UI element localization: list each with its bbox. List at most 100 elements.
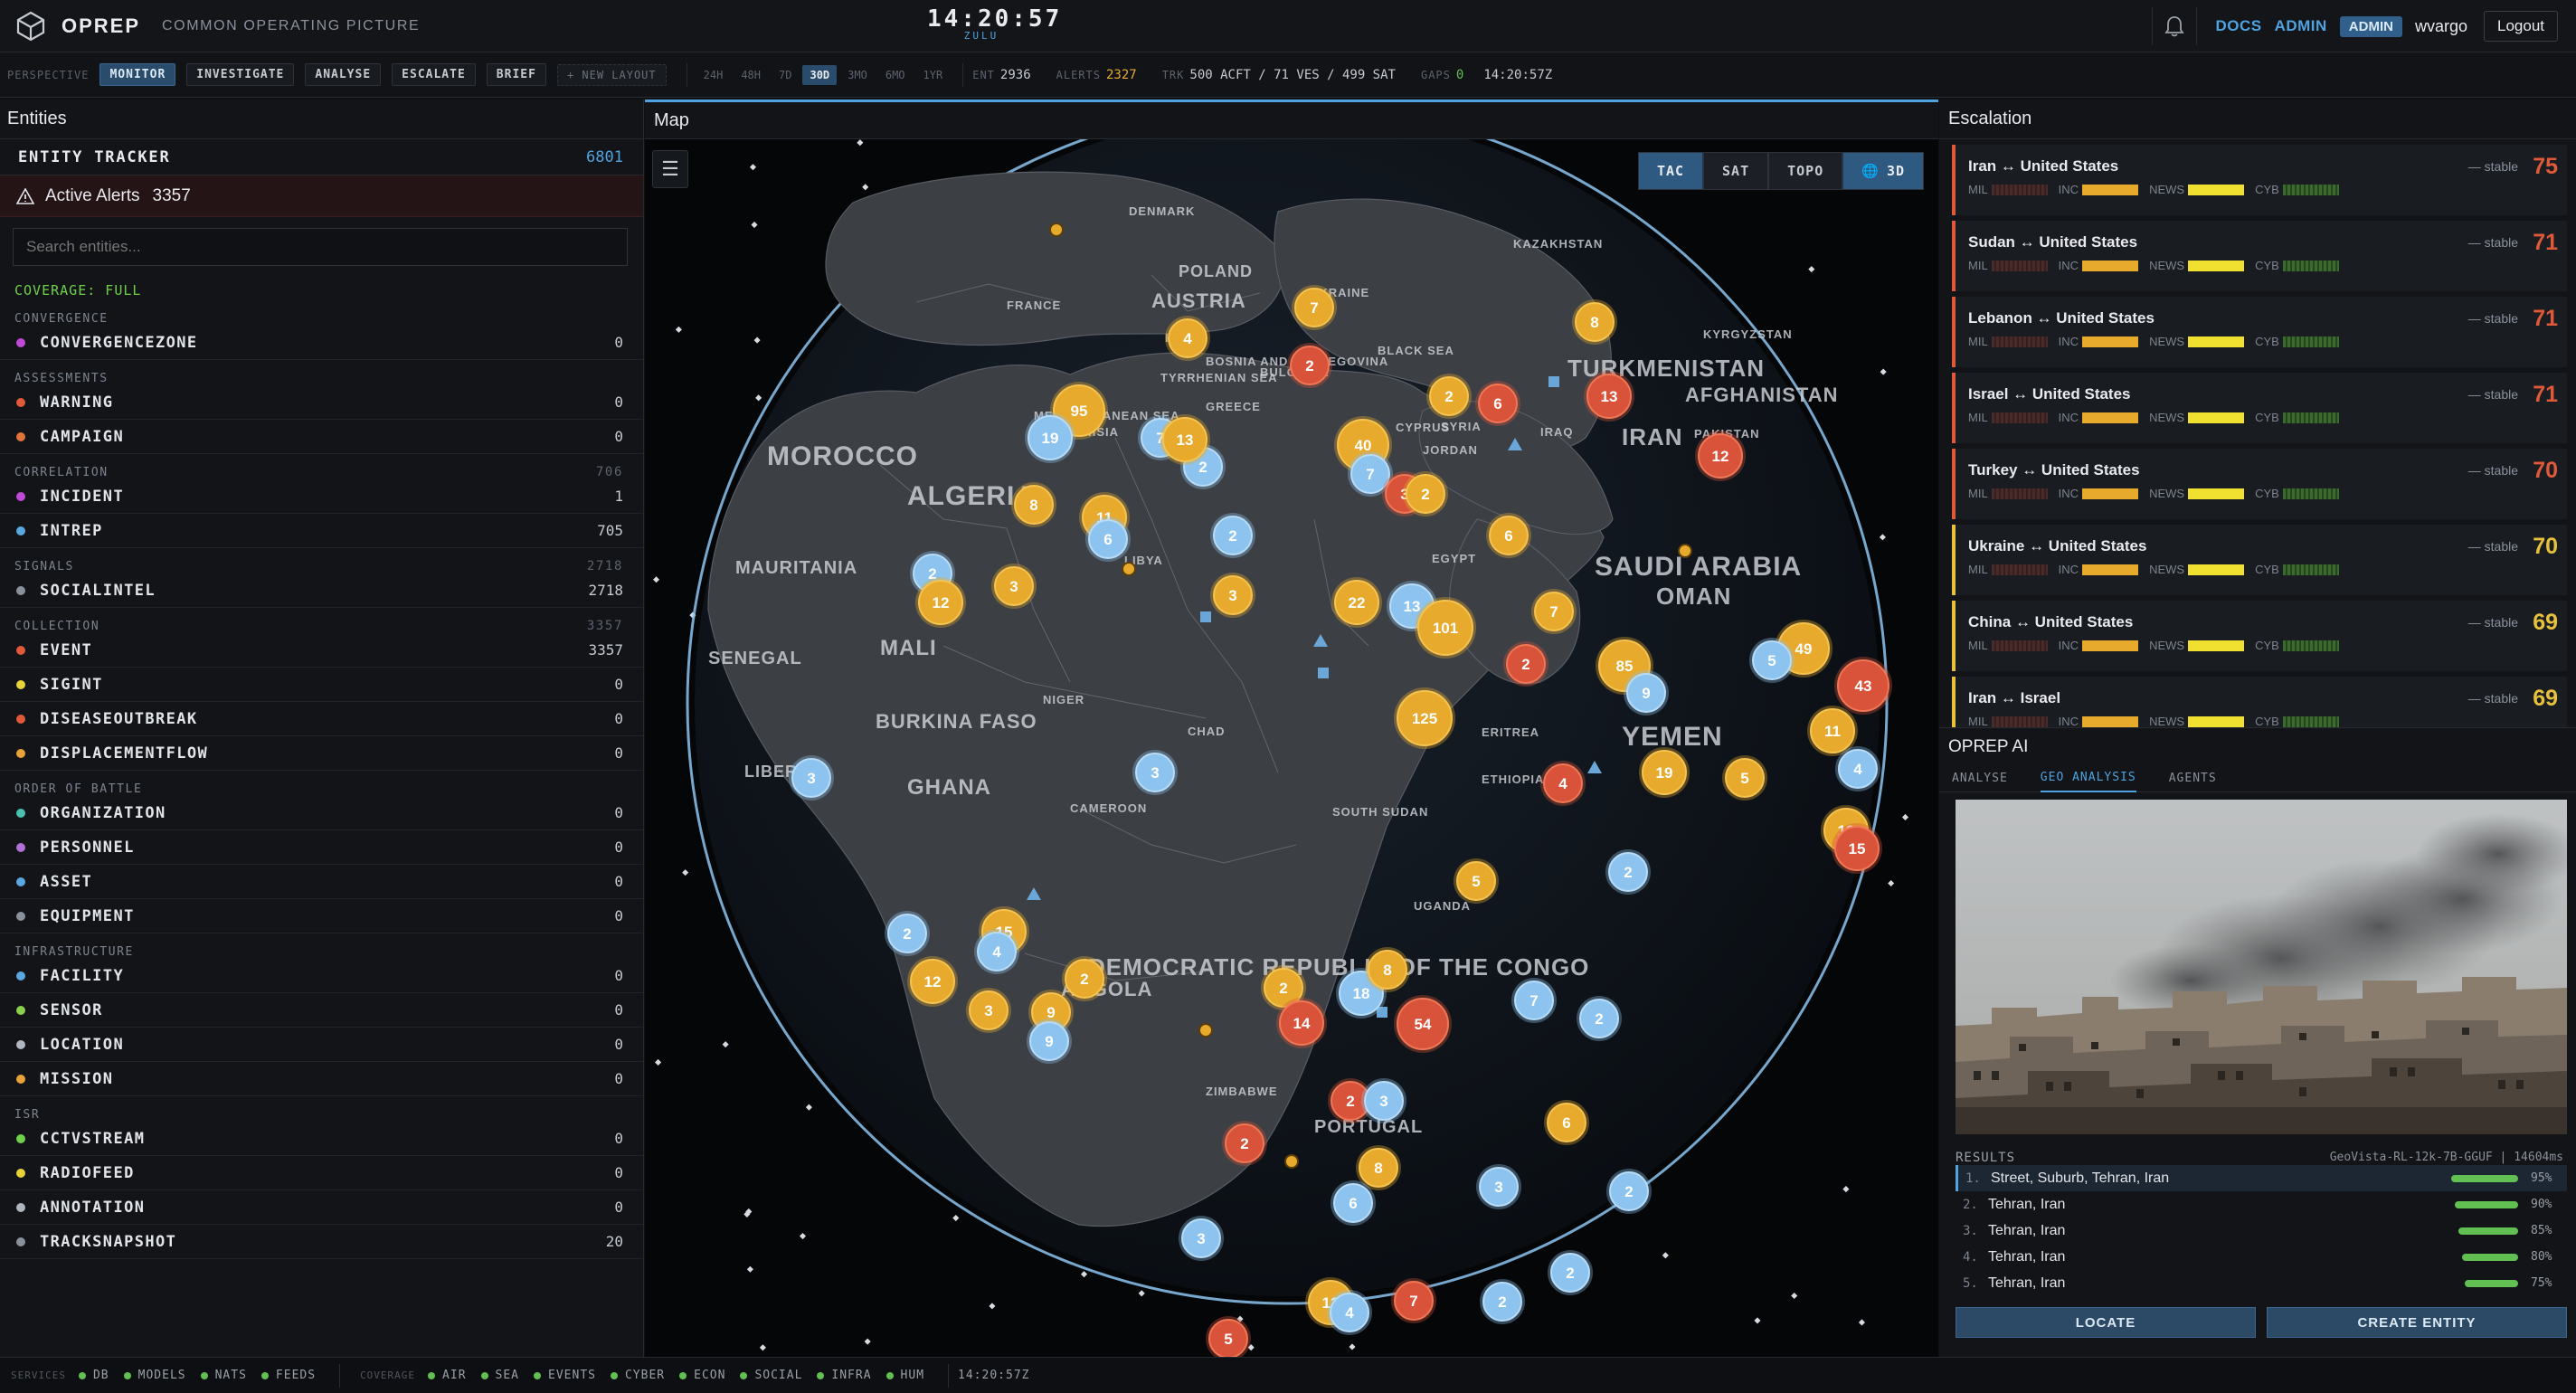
- entity-type-row[interactable]: SIGINT 0: [0, 668, 643, 702]
- cluster-marker[interactable]: 19: [1025, 412, 1075, 463]
- escalation-card[interactable]: China ↔ United States — stable 69 MIL INC NEW…: [1952, 601, 2567, 671]
- cluster-marker[interactable]: 9: [1624, 670, 1669, 715]
- entity-type-row[interactable]: CAMPAIGN 0: [0, 420, 643, 454]
- escalation-card[interactable]: Lebanon ↔ United States — stable 71 MIL INC N…: [1952, 297, 2567, 367]
- notifications-button[interactable]: [2152, 7, 2198, 45]
- incident-marker[interactable]: [1122, 562, 1136, 576]
- cluster-marker[interactable]: 2: [1480, 1279, 1525, 1324]
- cluster-marker[interactable]: 19: [1639, 747, 1690, 798]
- entity-type-row[interactable]: RADIOFEED 0: [0, 1156, 643, 1190]
- cluster-marker[interactable]: 2: [1222, 1121, 1267, 1166]
- cluster-marker[interactable]: 6: [1486, 513, 1531, 558]
- cluster-marker[interactable]: 4: [974, 929, 1019, 974]
- globe-map[interactable]: DENMARKPOLANDAUSTRIA UKRAINEKAZAKHSTANFRA…: [645, 139, 1938, 1357]
- range-1yr[interactable]: 1YR: [916, 65, 951, 85]
- escalation-card[interactable]: Sudan ↔ United States — stable 71 MIL INC NEW…: [1952, 221, 2567, 291]
- cluster-marker[interactable]: 2: [1577, 996, 1622, 1041]
- cluster-marker[interactable]: 13: [1160, 414, 1210, 465]
- perspective-investigate[interactable]: INVESTIGATE: [186, 63, 295, 86]
- facility-marker[interactable]: [1318, 668, 1329, 678]
- map-mode-tac[interactable]: TAC: [1637, 152, 1704, 190]
- docs-link[interactable]: DOCS: [2215, 17, 2261, 35]
- entity-type-row[interactable]: CCTVSTREAM 0: [0, 1122, 643, 1156]
- escalation-card[interactable]: Ukraine ↔ United States — stable 70 MIL INC N…: [1952, 525, 2567, 595]
- active-alerts-row[interactable]: Active Alerts 3357: [0, 175, 643, 217]
- cluster-marker[interactable]: 2: [1503, 641, 1548, 687]
- entity-type-row[interactable]: DISPLACEMENTFLOW 0: [0, 736, 643, 771]
- entity-type-row[interactable]: WARNING 0: [0, 385, 643, 420]
- logout-button[interactable]: Logout: [2484, 11, 2558, 42]
- cluster-marker[interactable]: 12: [915, 577, 966, 628]
- cluster-marker[interactable]: 5: [1722, 755, 1767, 801]
- cluster-marker[interactable]: 13: [1584, 371, 1634, 422]
- result-row[interactable]: 2. Tehran, Iran 90%: [1956, 1191, 2567, 1218]
- cluster-marker[interactable]: 7: [1391, 1278, 1436, 1323]
- cluster-marker[interactable]: 5: [1749, 638, 1795, 683]
- cluster-marker[interactable]: 2: [1426, 374, 1472, 419]
- entity-type-row[interactable]: LOCATION 0: [0, 1028, 643, 1062]
- entity-type-row[interactable]: ANNOTATION 0: [0, 1190, 643, 1225]
- cluster-marker[interactable]: 8: [1011, 482, 1056, 527]
- range-3mo[interactable]: 3MO: [840, 65, 875, 85]
- cluster-marker[interactable]: 43: [1834, 657, 1892, 715]
- cluster-marker[interactable]: 3: [789, 755, 834, 801]
- entity-type-row[interactable]: INCIDENT 1: [0, 479, 643, 514]
- entity-type-row[interactable]: ORGANIZATION 0: [0, 796, 643, 830]
- range-48h[interactable]: 48H: [734, 65, 768, 85]
- entity-type-row[interactable]: SENSOR 0: [0, 993, 643, 1028]
- cluster-marker[interactable]: 12: [1695, 431, 1746, 481]
- cluster-marker[interactable]: 7: [1511, 978, 1557, 1023]
- cluster-marker[interactable]: 54: [1394, 995, 1452, 1053]
- cluster-marker[interactable]: 3: [1476, 1164, 1521, 1209]
- cluster-marker[interactable]: 3: [1210, 573, 1255, 618]
- map-mode-sat[interactable]: SAT: [1703, 152, 1769, 190]
- cluster-marker[interactable]: 4: [1327, 1290, 1372, 1335]
- range-30d[interactable]: 30D: [802, 64, 838, 85]
- cluster-marker[interactable]: 3: [966, 988, 1011, 1033]
- result-row[interactable]: 1. Street, Suburb, Tehran, Iran 95%: [1956, 1165, 2567, 1191]
- cluster-marker[interactable]: 3: [1179, 1216, 1224, 1261]
- cluster-marker[interactable]: 3: [1361, 1078, 1406, 1123]
- incident-marker[interactable]: [1198, 1023, 1213, 1038]
- cluster-marker[interactable]: 7: [1531, 589, 1577, 634]
- entity-type-row[interactable]: EVENT 3357: [0, 633, 643, 668]
- admin-link[interactable]: ADMIN: [2275, 17, 2327, 35]
- incident-marker[interactable]: [1678, 544, 1692, 558]
- entity-search-input[interactable]: [13, 228, 628, 266]
- cluster-marker[interactable]: 4: [1540, 761, 1586, 806]
- map-mode-topo[interactable]: TOPO: [1768, 152, 1843, 190]
- cluster-marker[interactable]: 2: [1403, 471, 1448, 516]
- cluster-marker[interactable]: 12: [907, 956, 958, 1007]
- perspective-brief[interactable]: BRIEF: [486, 63, 546, 86]
- cluster-marker[interactable]: 3: [991, 564, 1037, 609]
- cluster-marker[interactable]: 4: [1835, 746, 1880, 791]
- entity-type-row[interactable]: PERSONNEL 0: [0, 830, 643, 865]
- incident-marker[interactable]: [1049, 223, 1064, 237]
- cluster-marker[interactable]: 6: [1331, 1180, 1376, 1226]
- create-entity-button[interactable]: CREATE ENTITY: [2267, 1307, 2567, 1338]
- locate-button[interactable]: LOCATE: [1956, 1307, 2256, 1338]
- map-mode-3d[interactable]: 🌐 3D: [1842, 152, 1924, 190]
- cluster-marker[interactable]: 7: [1292, 285, 1337, 330]
- cluster-marker[interactable]: 101: [1415, 597, 1476, 659]
- entity-type-row[interactable]: SOCIALINTEL 2718: [0, 573, 643, 608]
- ai-tab-geo-analysis[interactable]: GEO ANALYSIS: [2040, 765, 2136, 792]
- cluster-marker[interactable]: 2: [1210, 513, 1255, 558]
- cluster-marker[interactable]: 2: [1606, 1169, 1652, 1214]
- cluster-marker[interactable]: 5: [1206, 1316, 1251, 1357]
- cluster-marker[interactable]: 2: [1287, 343, 1332, 388]
- range-7d[interactable]: 7D: [772, 65, 799, 85]
- cluster-marker[interactable]: 9: [1027, 1019, 1072, 1064]
- escalation-card[interactable]: Israel ↔ United States — stable 71 MIL INC NE…: [1952, 373, 2567, 443]
- cluster-marker[interactable]: 6: [1085, 516, 1131, 562]
- entity-type-row[interactable]: TRACKSNAPSHOT 20: [0, 1225, 643, 1259]
- escalation-card[interactable]: Iran ↔ Israel — stable 69 MIL INC NEWS CYB: [1952, 677, 2567, 727]
- cluster-marker[interactable]: 5: [1454, 858, 1499, 904]
- cluster-marker[interactable]: 2: [1062, 956, 1107, 1001]
- new-layout-button[interactable]: + NEW LAYOUT: [556, 63, 667, 86]
- cluster-marker[interactable]: 3: [1132, 750, 1178, 795]
- entity-type-row[interactable]: ASSET 0: [0, 865, 643, 899]
- cluster-marker[interactable]: 2: [1605, 849, 1651, 895]
- entity-type-row[interactable]: CONVERGENCEZONE 0: [0, 326, 643, 360]
- incident-marker[interactable]: [1284, 1154, 1299, 1169]
